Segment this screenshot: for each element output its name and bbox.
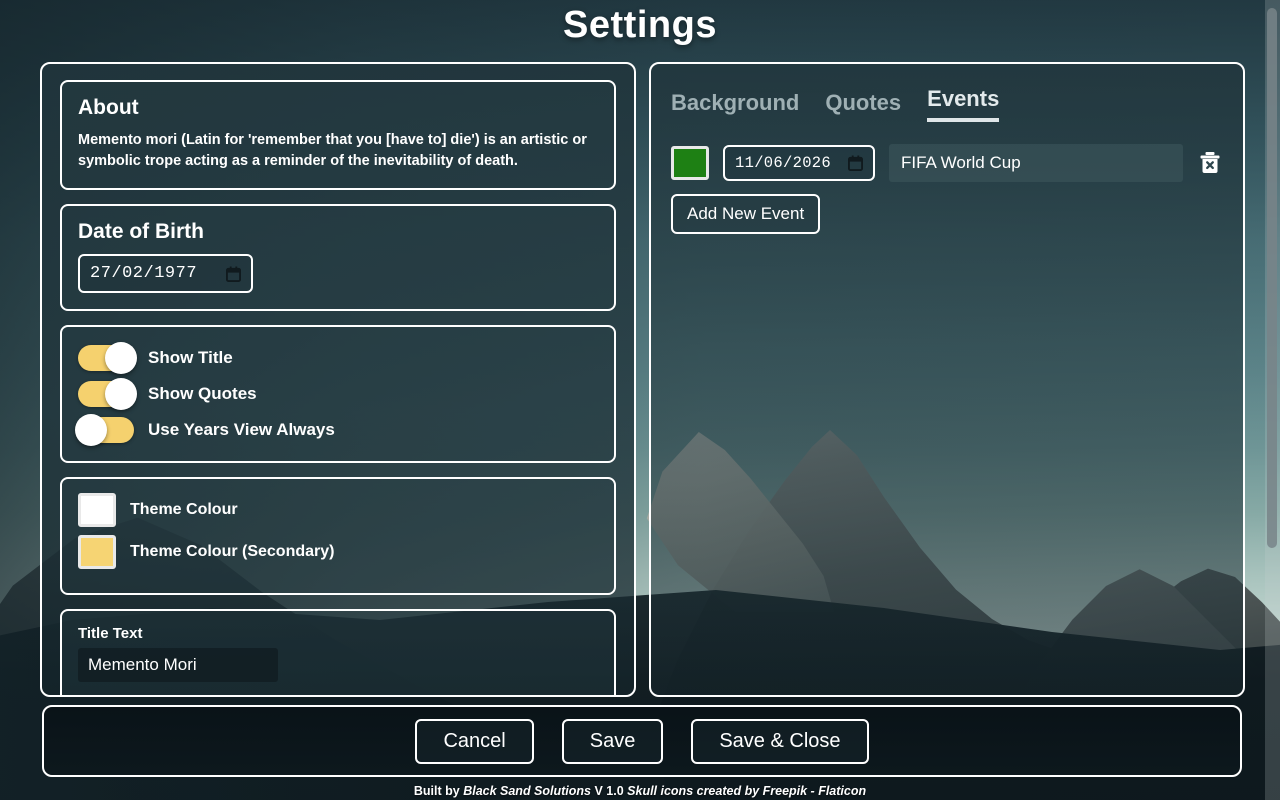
trash-delete-icon[interactable]: [1197, 150, 1223, 176]
theme-colour-secondary-label: Theme Colour (Secondary): [130, 543, 335, 561]
scrollbar-thumb[interactable]: [1267, 8, 1277, 548]
theme-colours-card: Theme Colour Theme Colour (Secondary): [60, 477, 616, 596]
theme-colour-label: Theme Colour: [130, 501, 238, 519]
add-new-event-button[interactable]: Add New Event: [671, 194, 821, 234]
toggle-knob: [105, 342, 137, 375]
toggle-use-years-view-row: Use Years View Always: [75, 414, 598, 447]
toggle-use-years-view-always[interactable]: [75, 414, 134, 447]
theme-colour-row: Theme Colour: [78, 493, 598, 528]
toggle-show-quotes-row: Show Quotes: [78, 378, 598, 411]
theme-colour-secondary-row: Theme Colour (Secondary): [78, 535, 598, 570]
event-name-input[interactable]: [889, 144, 1183, 182]
toggle-use-years-view-label: Use Years View Always: [148, 420, 335, 440]
display-toggles-card: Show Title Show Quotes Use Years View Al…: [60, 325, 616, 464]
save-button[interactable]: Save: [561, 718, 664, 764]
date-of-birth-input[interactable]: 27/02/1977: [78, 254, 253, 294]
event-date-input[interactable]: 11/06/2026: [723, 145, 875, 181]
toggle-knob: [105, 378, 137, 411]
title-text-input[interactable]: [78, 648, 278, 683]
number-of-years-label: Number of Years: [78, 696, 598, 697]
toggle-show-title[interactable]: [78, 342, 137, 375]
footer-credit: Built by Black Sand Solutions V 1.0 Skul…: [0, 784, 1280, 798]
theme-colour-swatch[interactable]: [78, 493, 116, 528]
event-date-value: 11/06/2026: [735, 154, 832, 172]
toggle-show-quotes-label: Show Quotes: [148, 384, 257, 404]
footer-built-by: Built by: [413, 784, 460, 798]
title-text-label: Title Text: [78, 625, 143, 643]
date-of-birth-heading: Date of Birth: [78, 220, 204, 244]
toggle-show-title-label: Show Title: [148, 348, 233, 368]
date-of-birth-card: Date of Birth 27/02/1977: [60, 204, 616, 312]
footer-icon-credit: Skull icons created by Freepik - Flatico…: [627, 784, 867, 798]
title-text-card: Title Text Number of Years: [60, 609, 616, 697]
general-settings-panel: About Memento mori (Latin for 'remember …: [40, 62, 636, 697]
content-settings-panel: Background Quotes Events 11/06/2026 FIFA…: [649, 62, 1245, 697]
tab-quotes[interactable]: Quotes: [825, 90, 901, 122]
settings-columns: About Memento mori (Latin for 'remember …: [40, 62, 1245, 697]
about-heading: About: [78, 96, 139, 119]
page-title: Settings: [563, 4, 717, 46]
toggle-show-quotes[interactable]: [78, 378, 137, 411]
theme-colour-secondary-swatch[interactable]: [78, 535, 116, 570]
calendar-icon[interactable]: [226, 266, 241, 282]
about-text: Memento mori (Latin for 'remember that y…: [78, 132, 587, 170]
toggle-knob: [75, 414, 107, 447]
toggle-show-title-row: Show Title: [78, 342, 598, 375]
about-card: About Memento mori (Latin for 'remember …: [60, 80, 616, 191]
footer-version: V 1.0: [594, 784, 624, 798]
event-row: 11/06/2026: [671, 144, 1223, 182]
tab-events[interactable]: Events: [927, 86, 1000, 122]
content-tabs: Background Quotes Events: [671, 86, 1223, 122]
date-of-birth-value: 27/02/1977: [90, 264, 198, 284]
tab-background[interactable]: Background: [671, 90, 799, 122]
save-close-button[interactable]: Save & Close: [691, 718, 869, 764]
calendar-icon[interactable]: [848, 155, 863, 171]
footer-company: Black Sand Solutions: [463, 784, 591, 798]
cancel-button[interactable]: Cancel: [415, 718, 534, 764]
page-scrollbar[interactable]: [1265, 0, 1280, 800]
event-colour-swatch[interactable]: [671, 146, 709, 180]
action-bar: Cancel Save Save & Close: [42, 705, 1242, 777]
